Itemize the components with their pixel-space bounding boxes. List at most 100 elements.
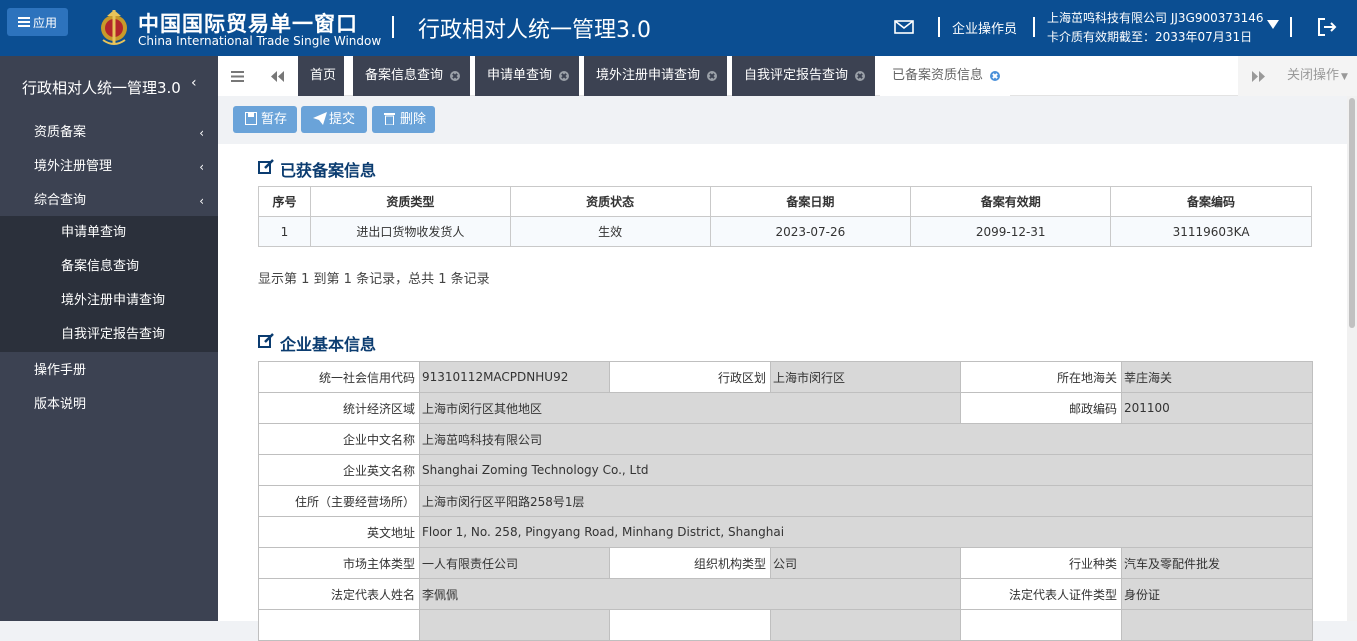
field-label: 住所（主要经营场所） bbox=[258, 485, 420, 517]
col-header[interactable]: 资质类型 bbox=[309, 186, 511, 217]
field-industry: 汽车及零配件批发 bbox=[1121, 547, 1313, 579]
field-label: 法定代表人姓名 bbox=[258, 578, 420, 610]
table-cell: 2099-12-31 bbox=[910, 216, 1112, 247]
field-label: 市场主体类型 bbox=[258, 547, 420, 579]
section-title-text: 企业基本信息 bbox=[280, 335, 377, 354]
sidebar: 行政相对人统一管理3.0 ‹ 资质备案 ‹ 境外注册管理 ‹ 综合查询 ‹ 申请… bbox=[0, 56, 218, 621]
table-cell: 31119603KA bbox=[1110, 216, 1312, 247]
hamburger-icon[interactable] bbox=[218, 56, 256, 96]
field-uscc: 91310112MACPDNHU92 bbox=[419, 361, 610, 393]
tab-application-query[interactable]: 申请单查询 bbox=[475, 56, 579, 96]
field-customs: 莘庄海关 bbox=[1121, 361, 1313, 393]
sidebar-item-label: 资质备案 bbox=[34, 125, 87, 140]
header-divider bbox=[1033, 17, 1035, 37]
sidebar-item-query[interactable]: 综合查询 ‹ bbox=[0, 184, 218, 218]
field-value bbox=[770, 609, 961, 641]
sidebar-item-version[interactable]: 版本说明 bbox=[0, 388, 218, 422]
field-address-en: Floor 1, No. 258, Pingyang Road, Minhang… bbox=[419, 516, 1313, 548]
submit-button[interactable]: 提交 bbox=[301, 106, 367, 133]
sidebar-subitem-overseas[interactable]: 境外注册申请查询 bbox=[0, 284, 218, 318]
pagination-info: 显示第 1 到第 1 条记录，总共 1 条记录 bbox=[258, 272, 490, 287]
tab-label: 自我评定报告查询 bbox=[744, 68, 849, 83]
tab-record-query[interactable]: 备案信息查询 bbox=[353, 56, 470, 96]
chevron-left-icon: ‹ bbox=[199, 194, 204, 208]
close-icon[interactable] bbox=[559, 71, 569, 81]
table-cell: 2023-07-26 bbox=[709, 216, 912, 247]
field-label: 企业英文名称 bbox=[258, 454, 420, 486]
sidebar-item-label: 境外注册管理 bbox=[34, 159, 113, 174]
col-header[interactable]: 备案日期 bbox=[709, 186, 912, 217]
brand-name-en: China International Trade Single Window bbox=[138, 34, 382, 48]
field-label: 统计经济区域 bbox=[258, 392, 420, 424]
filed-records-table: 序号 资质类型 资质状态 备案日期 备案有效期 备案编码 1 进出口货物收发货人… bbox=[258, 186, 1312, 247]
mail-icon[interactable] bbox=[894, 20, 914, 34]
app-menu-button[interactable]: 应用 bbox=[7, 8, 68, 36]
col-header[interactable]: 备案编码 bbox=[1110, 186, 1312, 217]
tabs-scroll-right-icon[interactable] bbox=[1238, 56, 1278, 96]
field-label: 所在地海关 bbox=[960, 361, 1122, 393]
col-header[interactable]: 序号 bbox=[258, 186, 311, 217]
vertical-scrollbar[interactable] bbox=[1347, 96, 1357, 621]
close-ops-label: 关闭操作 bbox=[1287, 68, 1340, 83]
trash-icon bbox=[384, 113, 395, 125]
field-name-en: Shanghai Zoming Technology Co., Ltd bbox=[419, 454, 1313, 486]
tab-label: 已备案资质信息 bbox=[892, 68, 984, 83]
tab-overseas-query[interactable]: 境外注册申请查询 bbox=[584, 56, 727, 96]
close-icon[interactable] bbox=[855, 71, 865, 81]
tab-filed-qualification[interactable]: 已备案资质信息 bbox=[880, 56, 1010, 96]
sidebar-item-qualification[interactable]: 资质备案 ‹ bbox=[0, 116, 218, 150]
close-icon[interactable] bbox=[990, 71, 1000, 81]
query-submenu: 申请单查询 备案信息查询 境外注册申请查询 自我评定报告查询 bbox=[0, 216, 218, 352]
company-info: 上海茁鸣科技有限公司 JJ3G900373146 bbox=[1047, 11, 1264, 25]
sidebar-subitem-application[interactable]: 申请单查询 bbox=[0, 216, 218, 250]
tabs-scroll-left-icon[interactable] bbox=[256, 56, 298, 96]
table-header-row: 序号 资质类型 资质状态 备案日期 备案有效期 备案编码 bbox=[258, 186, 1312, 217]
field-label: 行业种类 bbox=[960, 547, 1122, 579]
field-label bbox=[609, 609, 771, 641]
sidebar-item-manual[interactable]: 操作手册 bbox=[0, 354, 218, 388]
sidebar-subitem-record[interactable]: 备案信息查询 bbox=[0, 250, 218, 284]
field-rep-id-type: 身份证 bbox=[1121, 578, 1313, 610]
close-operations-dropdown[interactable]: 关闭操作 ▼ bbox=[1278, 56, 1357, 96]
close-icon[interactable] bbox=[707, 71, 717, 81]
sidebar-item-label: 综合查询 bbox=[34, 193, 87, 208]
submit-label: 提交 bbox=[329, 112, 356, 127]
sidebar-title: 行政相对人统一管理3.0 bbox=[22, 79, 181, 97]
chevron-left-icon: ‹ bbox=[199, 160, 204, 174]
sidebar-collapse-icon[interactable]: ‹ bbox=[191, 75, 197, 91]
user-dropdown-caret-icon[interactable] bbox=[1267, 20, 1279, 29]
col-header[interactable]: 资质状态 bbox=[509, 186, 711, 217]
table-cell: 1 bbox=[258, 216, 311, 247]
tab-bar: 首页 备案信息查询 申请单查询 境外注册申请查询 自我评定报告查询 已备案资质信… bbox=[218, 56, 1357, 96]
field-label bbox=[258, 609, 420, 641]
sidebar-item-overseas[interactable]: 境外注册管理 ‹ bbox=[0, 150, 218, 184]
customs-emblem-icon bbox=[101, 10, 127, 45]
header-divider bbox=[392, 16, 394, 38]
field-name-cn: 上海茁鸣科技有限公司 bbox=[419, 423, 1313, 455]
close-icon[interactable] bbox=[450, 71, 460, 81]
scrollbar-thumb[interactable] bbox=[1349, 98, 1355, 328]
field-value bbox=[419, 609, 610, 641]
table-row[interactable]: 1 进出口货物收发货人 生效 2023-07-26 2099-12-31 311… bbox=[258, 216, 1312, 247]
save-draft-button[interactable]: 暂存 bbox=[233, 106, 297, 133]
field-label: 法定代表人证件类型 bbox=[960, 578, 1122, 610]
tab-home[interactable]: 首页 bbox=[298, 56, 344, 96]
tab-selfassess-query[interactable]: 自我评定报告查询 bbox=[732, 56, 875, 96]
delete-button[interactable]: 删除 bbox=[372, 106, 435, 133]
menu-icon bbox=[17, 17, 30, 27]
sidebar-subitem-selfassess[interactable]: 自我评定报告查询 bbox=[0, 318, 218, 352]
save-icon bbox=[245, 112, 257, 125]
field-label: 行政区划 bbox=[609, 361, 771, 393]
send-icon bbox=[313, 112, 327, 125]
logout-icon[interactable] bbox=[1317, 17, 1337, 37]
delete-label: 删除 bbox=[400, 112, 427, 127]
col-header[interactable]: 备案有效期 bbox=[910, 186, 1112, 217]
action-toolbar: 暂存 提交 删除 bbox=[218, 97, 1357, 144]
table-cell: 进出口货物收发货人 bbox=[309, 216, 511, 247]
field-entity-type: 一人有限责任公司 bbox=[419, 547, 610, 579]
field-value bbox=[1121, 609, 1313, 641]
section-title-filed: 已获备案信息 bbox=[258, 157, 376, 181]
header-divider bbox=[938, 17, 940, 37]
section-title-basic: 企业基本信息 bbox=[258, 331, 376, 355]
chevron-left-icon: ‹ bbox=[199, 126, 204, 140]
